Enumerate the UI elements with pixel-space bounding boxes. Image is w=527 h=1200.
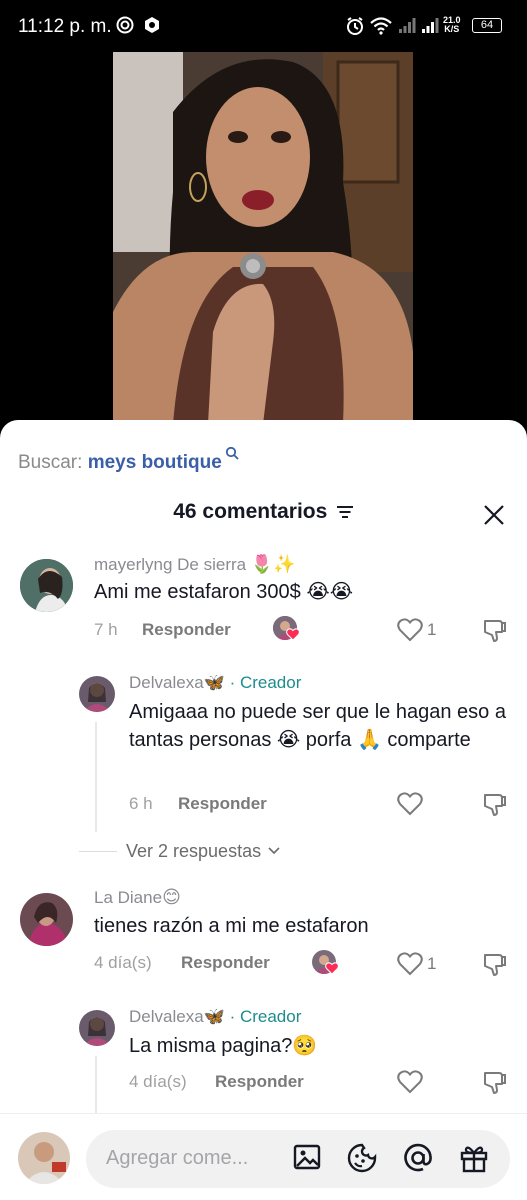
signal-weak-icon (399, 18, 416, 33)
like-count: 1 (427, 620, 437, 639)
creator-liked-heart-icon (325, 962, 339, 975)
video-player[interactable] (113, 52, 413, 424)
comments-sheet: Buscar: meys boutique 46 comentarios may… (0, 420, 527, 1200)
comment-input[interactable]: Agregar come... (86, 1130, 510, 1188)
like-count: 1 (427, 954, 437, 973)
comment-text: Ami me estafaron 300$ 😭😭 (94, 581, 354, 603)
reply-author-name: Delvalexa🦋 (129, 1007, 225, 1026)
dislike-icon[interactable] (482, 792, 508, 818)
reply-text: La misma pagina?🥺 (129, 1035, 318, 1057)
comment-input-placeholder: Agregar come... (106, 1147, 249, 1169)
wifi-icon (370, 17, 392, 35)
search-icon (225, 446, 239, 460)
comment-input-bar: Agregar come... (0, 1113, 527, 1200)
reply-button[interactable]: Responder (142, 620, 231, 640)
battery-indicator: 64 (472, 18, 502, 33)
status-time: 11:12 p. m. (18, 16, 112, 37)
avatar-image (20, 559, 73, 612)
creator-badge: · Creador (229, 1007, 302, 1026)
view-replies-button[interactable]: Ver 2 respuestas (126, 841, 280, 862)
comment-author[interactable]: mayerlyng De sierra 🌷✨ (94, 554, 296, 575)
alarm-icon (347, 17, 363, 35)
thread-line (95, 722, 97, 832)
dislike-icon[interactable] (482, 952, 508, 978)
view-replies-label: Ver 2 respuestas (126, 841, 262, 861)
comment-author-name: mayerlyng De sierra (94, 555, 247, 574)
avatar[interactable] (79, 1010, 115, 1046)
comments-count: 46 comentarios (173, 500, 328, 523)
reply-author-name: Delvalexa🦋 (129, 673, 225, 692)
signal-icon (422, 18, 439, 33)
network-speed: 21.0 K/S (443, 16, 461, 34)
heart-icon[interactable] (397, 792, 423, 816)
network-speed-unit: K/S (444, 24, 460, 34)
sticker-icon[interactable] (346, 1142, 378, 1174)
close-icon[interactable] (481, 502, 507, 528)
comment-text: tienes razón a mi me estafaron (94, 915, 369, 937)
mention-icon[interactable] (402, 1142, 434, 1174)
creator-liked-heart-icon (286, 628, 300, 641)
comment-author[interactable]: La Diane😊 (94, 887, 181, 908)
user-avatar-image (18, 1132, 70, 1184)
reply-time: 6 h (129, 794, 153, 813)
avatar[interactable] (20, 559, 73, 612)
shield-app-icon (145, 17, 159, 33)
reply-button[interactable]: Responder (178, 794, 267, 814)
reply-button[interactable]: Responder (181, 953, 270, 973)
avatar-image (20, 893, 73, 946)
heart-icon[interactable] (397, 952, 423, 976)
reply-author[interactable]: Delvalexa🦋 · Creador (129, 1007, 301, 1027)
comment-author-emoji: 🌷✨ (250, 554, 296, 575)
search-suggestion[interactable]: Buscar: meys boutique (18, 446, 239, 474)
reply-author[interactable]: Delvalexa🦋 · Creador (129, 673, 301, 693)
gift-icon[interactable] (458, 1142, 490, 1174)
reply-time: 4 día(s) (129, 1072, 187, 1091)
avatar-image (79, 1010, 115, 1046)
comment-time: 7 h (94, 620, 118, 639)
search-prefix: Buscar: (18, 452, 83, 473)
thread-line (95, 1056, 97, 1114)
comments-header: 46 comentarios (0, 500, 527, 530)
search-term[interactable]: meys boutique (88, 452, 222, 473)
avatar[interactable] (79, 676, 115, 712)
comment-time: 4 día(s) (94, 953, 152, 972)
comment-author-emoji: 😊 (162, 887, 181, 908)
dislike-icon[interactable] (482, 618, 508, 644)
avatar-image (79, 676, 115, 712)
heart-icon[interactable] (397, 1070, 423, 1094)
dislike-icon[interactable] (482, 1070, 508, 1096)
reply-text: Amigaaa no puede ser que le hagan eso a … (129, 701, 506, 751)
comment-author-name: La Diane (94, 888, 163, 907)
chevron-down-icon (268, 847, 280, 855)
creator-badge: · Creador (229, 673, 302, 692)
filter-icon[interactable] (336, 505, 354, 519)
reply-button[interactable]: Responder (215, 1072, 304, 1092)
view-replies-divider (79, 851, 117, 852)
status-bar: 11:12 p. m. 21.0 K/S 64 (0, 0, 527, 52)
video-frame (113, 52, 413, 424)
heart-icon[interactable] (397, 618, 423, 642)
radio-icon (116, 16, 134, 34)
avatar[interactable] (20, 893, 73, 946)
user-avatar[interactable] (18, 1132, 70, 1184)
image-icon[interactable] (292, 1142, 322, 1172)
